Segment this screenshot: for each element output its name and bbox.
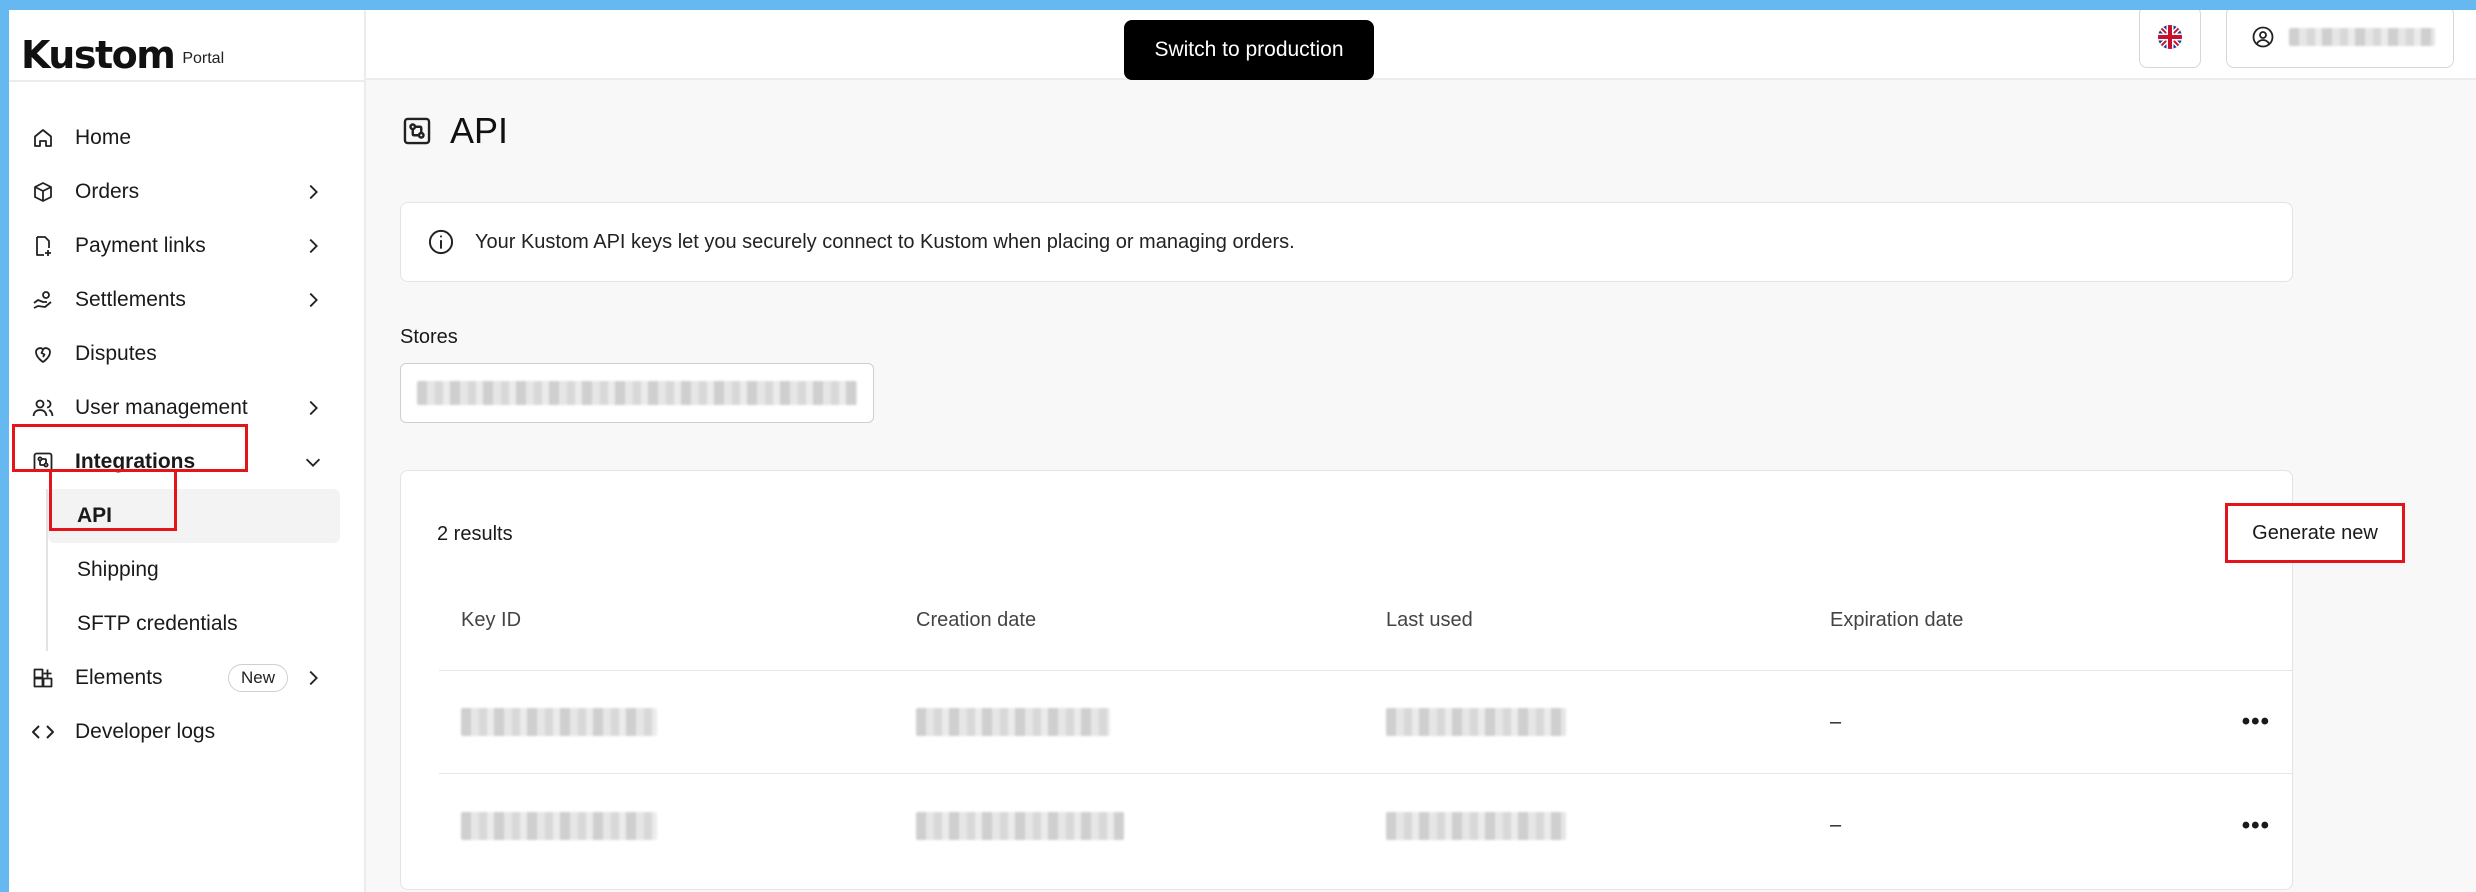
- info-text: Your Kustom API keys let you securely co…: [475, 230, 1295, 253]
- row-actions[interactable]: •••: [2222, 710, 2292, 734]
- api-keys-card: 2 results Generate new Key ID Creation d…: [400, 470, 2405, 890]
- api-icon: [403, 117, 431, 145]
- chevron-right-icon: [302, 667, 324, 689]
- new-badge: New: [227, 664, 288, 692]
- key-id-redacted: [461, 811, 657, 840]
- switch-to-production-button[interactable]: Switch to production: [1124, 20, 1374, 80]
- last-used-cell: [1386, 811, 1830, 840]
- creation-date-redacted: [916, 811, 1124, 840]
- creation-date-redacted: [916, 708, 1110, 736]
- sidebar-item-label: Developer logs: [75, 720, 216, 743]
- sidebar-item-label: Settlements: [75, 288, 186, 311]
- home-icon: [31, 126, 55, 150]
- sidebar-item-label: Orders: [75, 180, 140, 203]
- sidebar-nav: Home Orders Payment links Settlements Di…: [9, 111, 364, 759]
- topbar: Switch to production: [366, 10, 2476, 80]
- key-id-cell: [439, 708, 916, 736]
- logo[interactable]: Kustom Portal: [21, 18, 224, 74]
- table-row[interactable]: – •••: [439, 774, 2292, 877]
- table-header-row: Key ID Creation date Last used Expiratio…: [439, 571, 2292, 671]
- creation-date-cell: [916, 811, 1386, 840]
- info-icon: [428, 229, 454, 255]
- key-id-cell: [439, 811, 916, 840]
- sidebar-subitem-sftp-credentials[interactable]: SFTP credentials: [48, 597, 340, 651]
- expiration-date-cell: –: [1830, 814, 1842, 836]
- user-circle-icon: [2252, 26, 2274, 48]
- chevron-right-icon: [302, 181, 324, 203]
- more-actions-icon[interactable]: •••: [2242, 710, 2270, 734]
- creation-date-cell: [916, 708, 1386, 736]
- sidebar-item-payment-links[interactable]: Payment links: [9, 219, 364, 273]
- chevron-right-icon: [302, 235, 324, 257]
- payment-link-icon: [31, 234, 55, 258]
- chevron-right-icon: [302, 397, 324, 419]
- uk-flag-icon: [2158, 25, 2182, 49]
- column-header-key-id: Key ID: [461, 609, 522, 631]
- generate-new-button[interactable]: Generate new: [2225, 503, 2405, 563]
- page-title: API: [450, 110, 509, 151]
- store-name-redacted: [417, 381, 857, 405]
- column-header-creation-date: Creation date: [916, 609, 1037, 631]
- expiration-date-cell: –: [1830, 710, 1842, 733]
- column-header-expiration-date: Expiration date: [1830, 609, 1964, 631]
- hand-coin-icon: [31, 288, 55, 312]
- user-name-redacted: [2289, 28, 2435, 46]
- row-actions[interactable]: •••: [2222, 813, 2292, 838]
- integrations-subnav: API Shipping SFTP credentials: [46, 489, 364, 651]
- sidebar-item-elements[interactable]: Elements New: [9, 651, 364, 705]
- sidebar-item-label: Integrations: [75, 450, 196, 473]
- sidebar-item-developer-logs[interactable]: Developer logs: [9, 705, 364, 759]
- chevron-right-icon: [302, 289, 324, 311]
- last-used-cell: [1386, 708, 1830, 736]
- sidebar-item-label: Disputes: [75, 342, 157, 365]
- more-actions-icon[interactable]: •••: [2242, 813, 2270, 838]
- box-icon: [31, 180, 55, 204]
- sidebar-item-integrations[interactable]: Integrations: [9, 435, 364, 489]
- users-icon: [31, 396, 55, 420]
- sidebar-item-disputes[interactable]: Disputes: [9, 327, 364, 381]
- sidebar: Kustom Portal Home Orders Payment links …: [9, 10, 366, 892]
- sidebar-item-label: User management: [75, 396, 248, 419]
- sidebar-divider: [9, 80, 364, 82]
- logo-wordmark: Kustom: [21, 33, 176, 77]
- sidebar-item-settlements[interactable]: Settlements: [9, 273, 364, 327]
- main-content: Switch to production API Your Kustom API…: [366, 10, 2476, 892]
- last-used-redacted: [1386, 811, 1566, 840]
- results-count: 2 results: [437, 523, 513, 545]
- sidebar-item-label: Payment links: [75, 234, 206, 257]
- sidebar-item-label: Elements: [75, 666, 163, 689]
- heart-icon: [31, 342, 55, 366]
- sidebar-item-user-management[interactable]: User management: [9, 381, 364, 435]
- language-button[interactable]: [2139, 10, 2201, 68]
- sidebar-item-orders[interactable]: Orders: [9, 165, 364, 219]
- stores-label: Stores: [400, 326, 458, 348]
- key-id-redacted: [461, 708, 657, 736]
- info-banner: Your Kustom API keys let you securely co…: [400, 202, 2293, 282]
- stores-select[interactable]: [400, 363, 874, 423]
- user-menu-button[interactable]: [2226, 10, 2454, 68]
- integrations-icon: [31, 450, 55, 474]
- sidebar-subitem-api[interactable]: API: [48, 489, 340, 543]
- logo-portal-label: Portal: [182, 50, 225, 67]
- app-window: Kustom Portal Home Orders Payment links …: [9, 10, 2476, 892]
- code-icon: [31, 720, 55, 744]
- chevron-down-icon: [302, 451, 324, 473]
- table-row[interactable]: – •••: [439, 671, 2292, 774]
- last-used-redacted: [1386, 708, 1566, 736]
- page-header: API: [400, 110, 508, 152]
- sidebar-item-label: Home: [75, 126, 132, 149]
- grid-plus-icon: [31, 666, 55, 690]
- sidebar-item-home[interactable]: Home: [9, 111, 364, 165]
- sidebar-subitem-shipping[interactable]: Shipping: [48, 543, 340, 597]
- column-header-last-used: Last used: [1386, 609, 1473, 631]
- api-keys-table: Key ID Creation date Last used Expiratio…: [439, 571, 2292, 877]
